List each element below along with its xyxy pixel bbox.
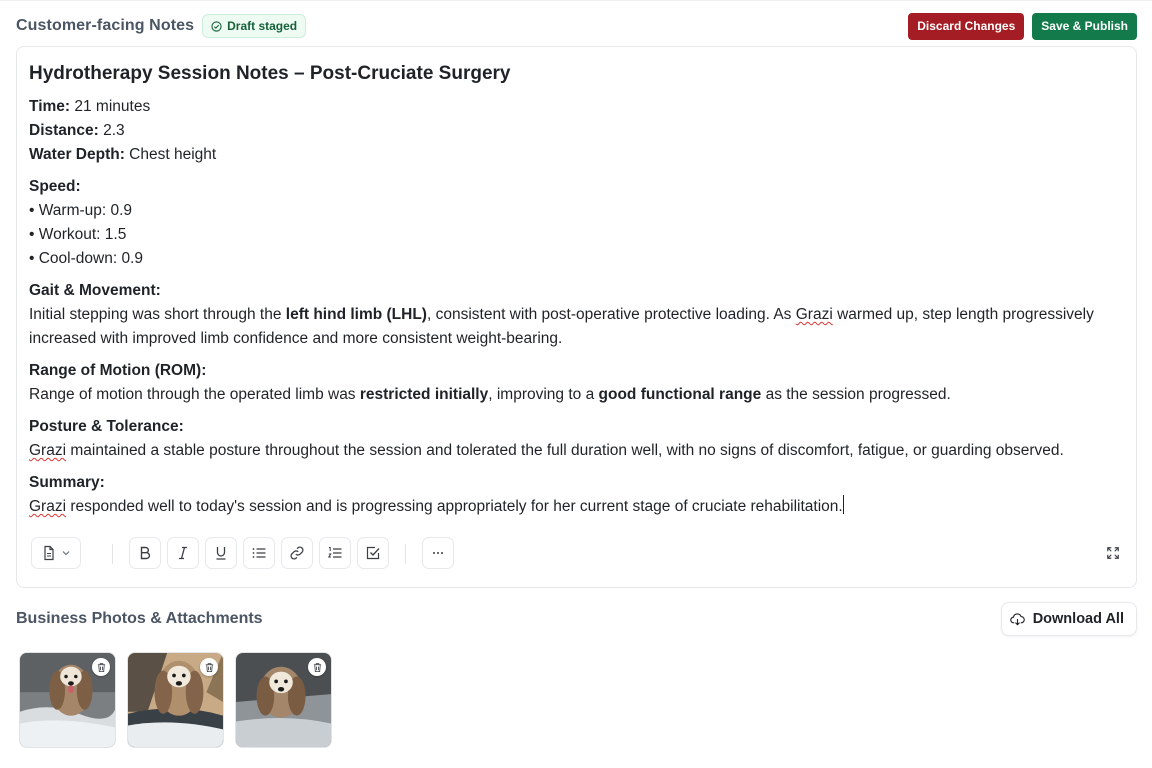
checklist-icon [366, 546, 380, 560]
posture-heading: Posture & Tolerance: [29, 418, 184, 435]
trash-icon [97, 662, 105, 672]
water-depth-field: Water Depth: Chest height [29, 146, 217, 163]
rom-section: Range of Motion (ROM): Range of motion t… [29, 359, 1119, 407]
delete-photo-button[interactable] [92, 658, 110, 676]
document-icon [44, 545, 54, 561]
discard-changes-button[interactable]: Discard Changes [908, 12, 1025, 40]
posture-paragraph: Grazi maintained a stable posture throug… [29, 442, 1064, 459]
underline-icon [216, 547, 226, 560]
summary-heading: Summary: [29, 474, 105, 491]
link-icon [290, 546, 304, 560]
spellcheck-word[interactable]: Grazi [29, 442, 66, 459]
photo-thumbnail[interactable] [19, 652, 116, 748]
trash-icon [313, 662, 321, 672]
check-circle-icon [211, 20, 222, 32]
toolbar-divider [112, 544, 113, 564]
italic-icon [179, 546, 187, 560]
spellcheck-word[interactable]: Grazi [796, 306, 833, 323]
speed-heading: Speed: [29, 178, 81, 195]
speed-item: • Cool-down: 0.9 [29, 250, 143, 267]
draft-status-badge: Draft staged [202, 14, 307, 38]
section-title: Customer-facing Notes [16, 17, 195, 34]
summary-section: Summary: Grazi responded well to today's… [29, 471, 1119, 519]
download-all-label: Download All [1032, 611, 1124, 627]
distance-field: Distance: 2.3 [29, 122, 125, 139]
attachments-title: Business Photos & Attachments [16, 610, 263, 627]
speed-item: • Warm-up: 0.9 [29, 202, 133, 219]
formatting-toolbar [31, 537, 1123, 571]
bold-button[interactable] [129, 537, 161, 569]
expand-icon [1107, 547, 1119, 559]
chevron-down-icon [62, 551, 70, 556]
note-title: Hydrotherapy Session Notes – Post-Crucia… [29, 63, 511, 84]
delete-photo-button[interactable] [200, 658, 218, 676]
attachments-header: Business Photos & Attachments Download A… [16, 602, 1137, 636]
link-button[interactable] [281, 537, 313, 569]
bullet-list-button[interactable] [243, 537, 275, 569]
checklist-button[interactable] [357, 537, 389, 569]
rom-paragraph: Range of motion through the operated lim… [29, 386, 951, 403]
more-icon [433, 552, 443, 554]
photo-thumbnail[interactable] [127, 652, 224, 748]
speed-section: Speed: • Warm-up: 0.9 • Workout: 1.5 • C… [29, 175, 1119, 271]
numbered-list-icon [327, 547, 342, 558]
top-divider [0, 0, 1152, 1]
download-all-button[interactable]: Download All [1000, 602, 1137, 636]
more-options-button[interactable] [422, 537, 454, 569]
document-type-dropdown[interactable] [31, 537, 81, 569]
header-actions: Discard Changes Save & Publish [908, 12, 1137, 40]
spellcheck-word[interactable]: Grazi [29, 498, 66, 515]
delete-photo-button[interactable] [308, 658, 326, 676]
text-caret [842, 495, 844, 514]
editor-content[interactable]: Hydrotherapy Session Notes – Post-Crucia… [29, 61, 1119, 519]
italic-button[interactable] [167, 537, 199, 569]
notes-header: Customer-facing Notes Draft staged Disca… [16, 12, 1137, 40]
trash-icon [205, 662, 213, 672]
save-publish-button[interactable]: Save & Publish [1032, 12, 1137, 40]
bullet-list-icon [252, 548, 266, 558]
cloud-download-icon [1009, 612, 1025, 625]
gait-heading: Gait & Movement: [29, 282, 161, 299]
underline-button[interactable] [205, 537, 237, 569]
bold-icon [140, 546, 151, 560]
summary-paragraph: Grazi responded well to today's session … [29, 495, 1119, 519]
notes-editor[interactable]: Hydrotherapy Session Notes – Post-Crucia… [16, 46, 1137, 588]
expand-editor-button[interactable] [1103, 543, 1123, 563]
numbered-list-button[interactable] [319, 537, 351, 569]
time-field: Time: 21 minutes [29, 98, 151, 115]
toolbar-divider [405, 544, 406, 564]
photo-thumbnail[interactable] [235, 652, 332, 748]
rom-heading: Range of Motion (ROM): [29, 362, 207, 379]
badge-label: Draft staged [227, 19, 298, 33]
gait-section: Gait & Movement: Initial stepping was sh… [29, 279, 1119, 351]
speed-item: • Workout: 1.5 [29, 226, 127, 243]
posture-section: Posture & Tolerance: Grazi maintained a … [29, 415, 1119, 463]
gait-paragraph: Initial stepping was short through the l… [29, 306, 1094, 347]
